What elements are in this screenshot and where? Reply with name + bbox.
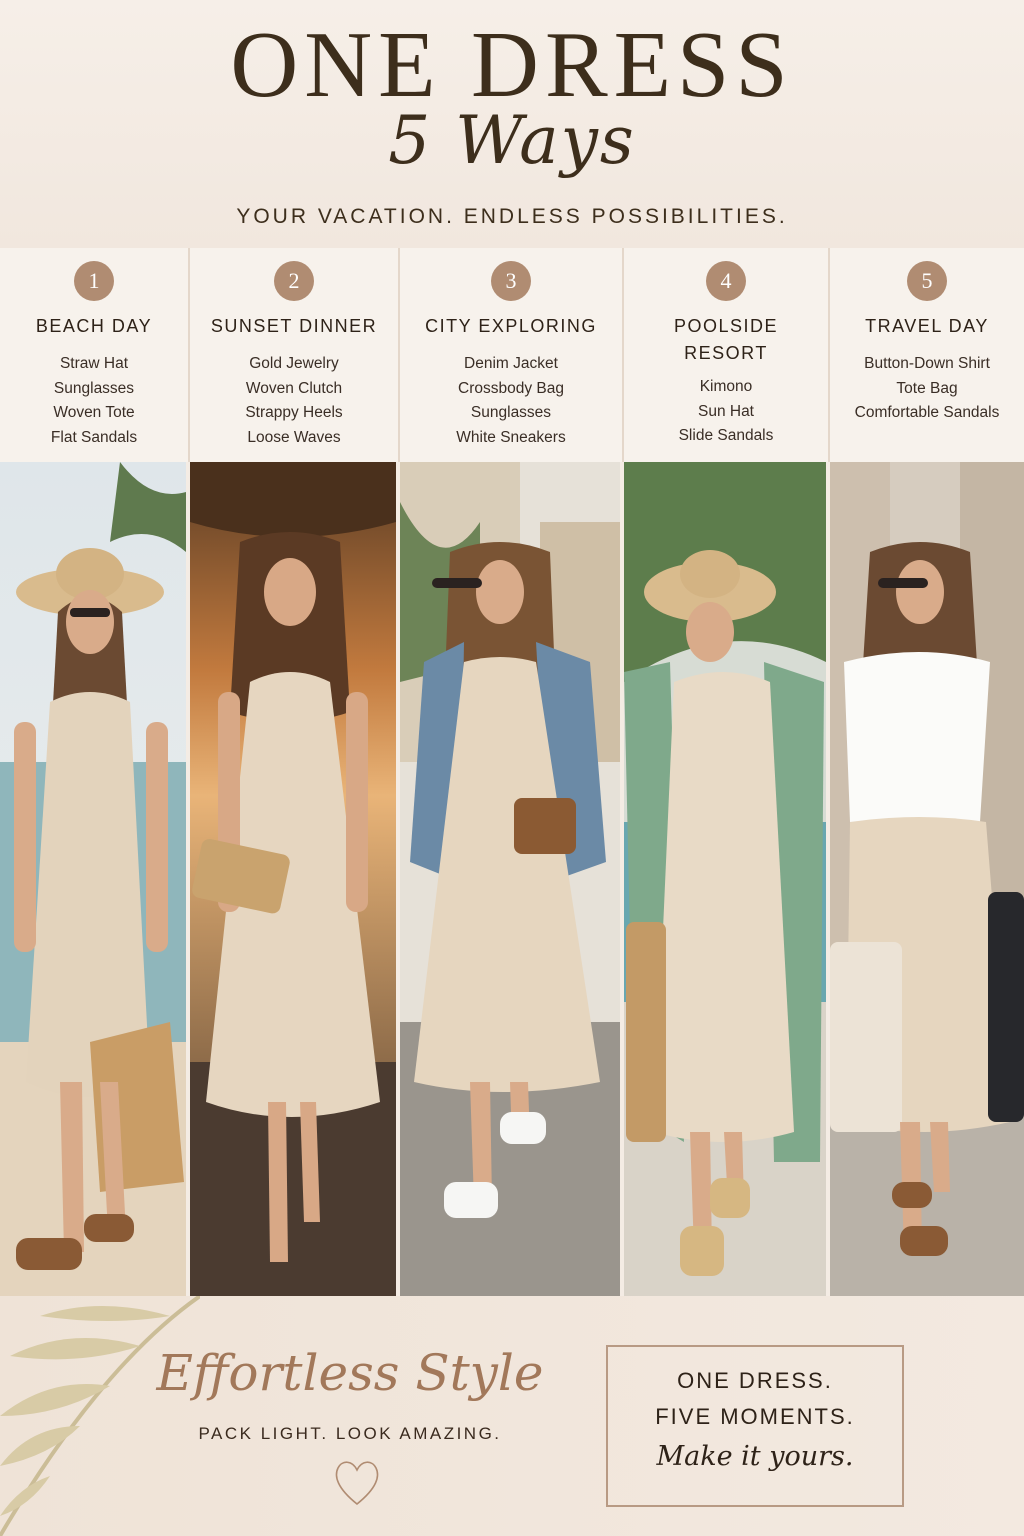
- look-item: Strappy Heels: [245, 404, 343, 422]
- page-subtitle: 5 Ways: [388, 102, 636, 179]
- palm-leaf-icon: [0, 1296, 200, 1536]
- look-item: Loose Waves: [247, 428, 341, 446]
- photo-travel-day: [830, 462, 1024, 1296]
- photo-beach-day: [0, 462, 186, 1296]
- look-card-sunset-dinner: 2 SUNSET DINNER Gold Jewelry Woven Clutc…: [188, 248, 398, 462]
- look-item: Flat Sandals: [50, 428, 138, 446]
- footer-tagline: PACK LIGHT. LOOK AMAZING.: [198, 1424, 502, 1443]
- look-item: Denim Jacket: [464, 355, 558, 372]
- look-title: SUNSET DINNER: [210, 316, 378, 336]
- look-number: 4: [706, 261, 746, 301]
- heart-icon: [335, 1461, 379, 1506]
- look-number: 5: [907, 261, 947, 301]
- city-exploring-illustration: [400, 462, 620, 1296]
- look-item: White Sneakers: [456, 428, 566, 446]
- look-card-beach-day: 1 BEACH DAY Straw Hat Sunglasses Woven T…: [0, 248, 188, 462]
- page-title: ONE DRESS: [230, 13, 794, 117]
- look-card-travel-day: 5 TRAVEL DAY Button-Down Shirt Tote Bag …: [828, 248, 1024, 462]
- look-item: Tote Bag: [896, 379, 958, 397]
- look-title: POOLSIDE RESORT: [673, 316, 779, 363]
- look-card-poolside-resort: 4 POOLSIDE RESORT Kimono Sun Hat Slide S…: [622, 248, 828, 462]
- look-number: 2: [274, 261, 314, 301]
- look-title: CITY EXPLORING: [425, 316, 597, 336]
- look-items: Straw Hat Sunglasses Woven Tote Flat San…: [0, 352, 188, 450]
- page-tagline: YOUR VACATION. ENDLESS POSSIBILITIES.: [236, 205, 788, 228]
- slogan-script: Make it yours.: [656, 1441, 854, 1472]
- look-items: Kimono Sun Hat Slide Sandals: [624, 375, 828, 449]
- look-item: Crossbody Bag: [458, 379, 564, 397]
- look-card-city-exploring: 3 CITY EXPLORING Denim Jacket Crossbody …: [398, 248, 622, 462]
- look-item: Slide Sandals: [678, 427, 774, 445]
- look-title: BEACH DAY: [35, 316, 153, 336]
- photo-poolside-resort: [624, 462, 826, 1296]
- photo-city-exploring: [400, 462, 620, 1296]
- look-item: Woven Clutch: [245, 379, 343, 397]
- footer-script: Effortless Style: [156, 1344, 544, 1402]
- header: ONE DRESS 5 Ways YOUR VACATION. ENDLESS …: [0, 0, 1024, 248]
- look-item: Sunglasses: [53, 379, 135, 397]
- slogan-line-2: FIVE MOMENTS.: [655, 1404, 855, 1429]
- look-item: Button-Down Shirt: [864, 355, 990, 372]
- poolside-resort-illustration: [624, 462, 826, 1296]
- look-item: Comfortable Sandals: [854, 404, 1000, 422]
- look-number: 3: [491, 261, 531, 301]
- look-item: Sun Hat: [697, 402, 754, 420]
- look-items: Denim Jacket Crossbody Bag Sunglasses Wh…: [400, 352, 622, 450]
- look-item: Kimono: [699, 378, 753, 395]
- travel-day-illustration: [830, 462, 1024, 1296]
- slogan-line-1: ONE DRESS.: [677, 1368, 833, 1393]
- look-item: Gold Jewelry: [249, 355, 339, 372]
- look-cards: 1 BEACH DAY Straw Hat Sunglasses Woven T…: [0, 248, 1024, 462]
- sunset-dinner-illustration: [190, 462, 396, 1296]
- outfit-photos: [0, 462, 1024, 1296]
- look-items: Button-Down Shirt Tote Bag Comfortable S…: [830, 352, 1024, 426]
- look-item: Sunglasses: [470, 404, 552, 422]
- look-title: TRAVEL DAY: [865, 316, 989, 336]
- beach-day-illustration: [0, 462, 186, 1296]
- look-item: Straw Hat: [59, 355, 129, 372]
- slogan-box: ONE DRESS. FIVE MOMENTS. Make it yours.: [606, 1345, 904, 1507]
- look-number: 1: [74, 261, 114, 301]
- look-item: Woven Tote: [53, 404, 135, 422]
- look-items: Gold Jewelry Woven Clutch Strappy Heels …: [190, 352, 398, 450]
- photo-sunset-dinner: [190, 462, 396, 1296]
